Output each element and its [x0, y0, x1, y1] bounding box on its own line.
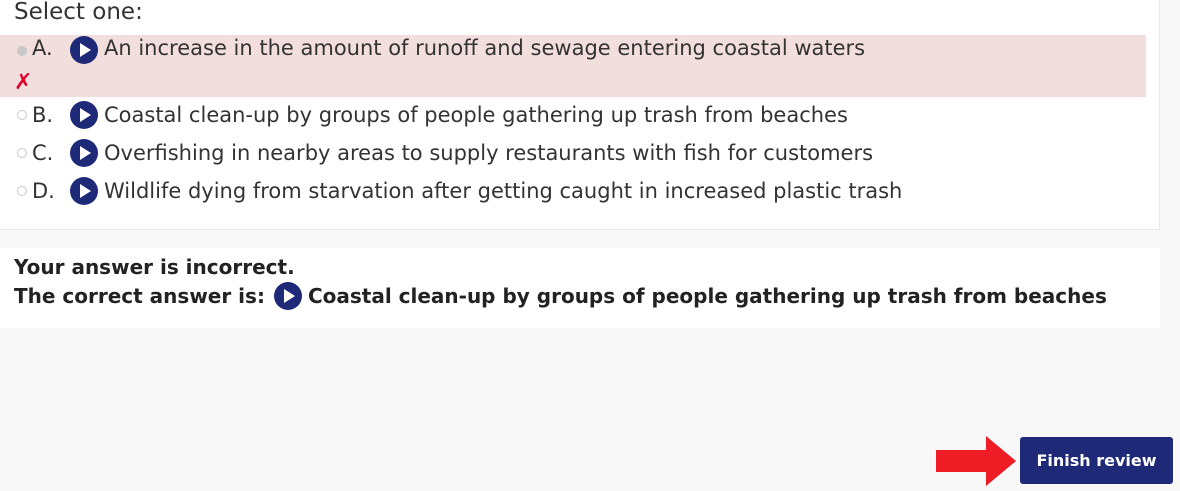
- feedback-panel: Your answer is incorrect. The correct an…: [0, 248, 1160, 328]
- option-a[interactable]: A. An increase in the amount of runoff a…: [0, 35, 1146, 97]
- prompt-text: Select one:: [14, 0, 143, 25]
- option-letter: C.: [32, 141, 54, 165]
- play-icon[interactable]: [70, 139, 98, 167]
- radio-b[interactable]: [17, 110, 27, 120]
- option-b[interactable]: B. Coastal clean-up by groups of people …: [0, 95, 1146, 135]
- option-text: An increase in the amount of runoff and …: [104, 36, 866, 60]
- correct-answer-prefix: The correct answer is:: [14, 284, 265, 308]
- play-icon[interactable]: [273, 282, 302, 310]
- option-d[interactable]: D. Wildlife dying from starvation after …: [0, 171, 1146, 211]
- correct-answer-line: The correct answer is: Coastal clean-up …: [14, 281, 1107, 311]
- play-icon[interactable]: [70, 36, 98, 64]
- finish-review-button[interactable]: Finish review: [1020, 437, 1173, 484]
- cross-icon: ✗: [14, 70, 33, 95]
- radio-d[interactable]: [17, 186, 27, 196]
- option-c[interactable]: C. Overfishing in nearby areas to supply…: [0, 133, 1146, 173]
- correct-answer-text: Coastal clean-up by groups of people gat…: [307, 284, 1107, 308]
- option-letter: B.: [32, 103, 54, 127]
- question-panel: Select one: A. An increase in the amount…: [0, 0, 1160, 230]
- play-icon[interactable]: [70, 177, 98, 205]
- option-text: Overfishing in nearby areas to supply re…: [104, 141, 874, 165]
- feedback-status: Your answer is incorrect.: [14, 255, 295, 279]
- option-letter: A.: [32, 36, 53, 60]
- radio-c[interactable]: [17, 148, 27, 158]
- radio-a[interactable]: [17, 46, 27, 56]
- arrow-right-icon: [936, 436, 1016, 486]
- play-icon[interactable]: [70, 101, 98, 129]
- option-text: Coastal clean-up by groups of people gat…: [104, 103, 848, 127]
- option-text: Wildlife dying from starvation after get…: [104, 179, 903, 203]
- option-letter: D.: [32, 179, 55, 203]
